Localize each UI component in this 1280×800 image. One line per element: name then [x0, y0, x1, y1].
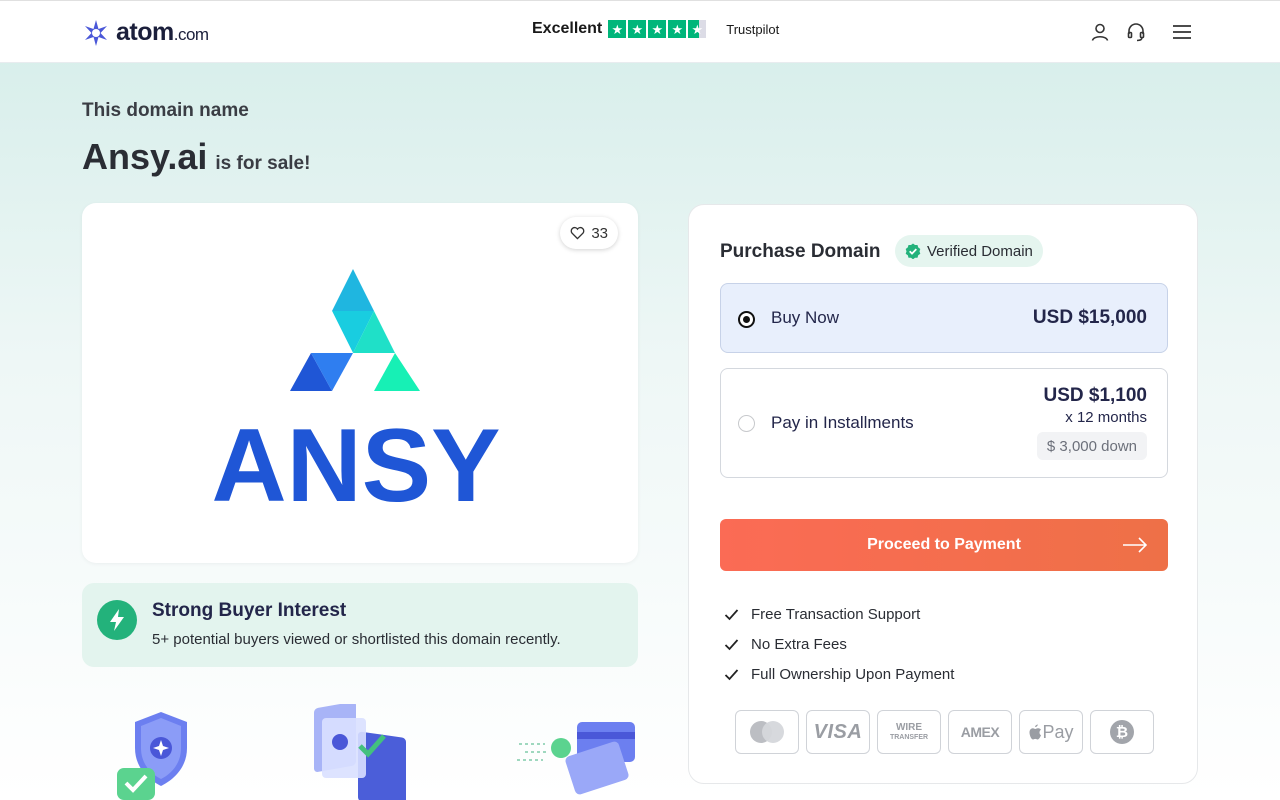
amex-icon: AMEX	[948, 710, 1012, 754]
buy-now-radio[interactable]	[738, 311, 755, 328]
like-count: 33	[591, 224, 608, 242]
site-header: atom.com Excellent ★ ★ ★ ★ ★ Trustpilot	[0, 0, 1280, 63]
atom-star-icon	[85, 19, 107, 46]
feature-label: No Extra Fees	[751, 635, 847, 653]
trustpilot-name: Trustpilot	[726, 21, 780, 37]
check-icon	[724, 608, 739, 620]
bitcoin-icon: ₿	[1090, 710, 1154, 754]
interest-text: 5+ potential buyers viewed or shortliste…	[152, 631, 561, 648]
logo-text: atom.com	[116, 18, 209, 46]
feature-list: Free Transaction Support No Extra Fees F…	[724, 599, 954, 689]
star-icon: ★	[648, 20, 667, 38]
installments-option[interactable]: Pay in Installments USD $1,100 x 12 mont…	[720, 368, 1168, 478]
buy-now-option[interactable]: Buy Now USD $15,000	[720, 283, 1168, 353]
purchase-panel: Purchase Domain Verified Domain Buy Now …	[688, 204, 1198, 784]
like-button[interactable]: 33	[560, 217, 618, 249]
feature-label: Full Ownership Upon Payment	[751, 665, 955, 683]
mastercard-icon	[735, 710, 799, 754]
atom-logo[interactable]: atom.com	[82, 18, 209, 47]
verified-label: Verified Domain	[927, 242, 1033, 260]
domain-logo-card: 33 ANSY	[82, 203, 638, 563]
verified-check-icon	[905, 243, 921, 259]
star-icon: ★	[628, 20, 647, 38]
feature-label: Free Transaction Support	[751, 605, 921, 623]
half-star-icon: ★	[688, 20, 707, 38]
buy-now-label: Buy Now	[771, 308, 840, 327]
visa-icon: VISA	[806, 710, 870, 754]
trustpilot-widget[interactable]: Excellent ★ ★ ★ ★ ★ Trustpilot	[532, 20, 779, 38]
heart-icon	[570, 226, 585, 240]
hamburger-menu-icon[interactable]	[1172, 22, 1192, 42]
domain-name: Ansy.ai	[82, 136, 208, 177]
verified-badge: Verified Domain	[895, 235, 1043, 267]
wire-transfer-icon: WIRE TRANSFER	[877, 710, 941, 754]
for-sale-label: is for sale!	[215, 153, 311, 174]
apple-pay-icon: Pay	[1019, 710, 1083, 754]
feature-item: Full Ownership Upon Payment	[724, 659, 954, 689]
check-icon	[724, 668, 739, 680]
payment-cards-illustration	[517, 722, 635, 795]
arrow-right-icon	[1123, 537, 1148, 553]
installment-months: x 12 months	[1065, 409, 1147, 426]
down-payment-badge: $ 3,000 down	[1036, 432, 1147, 460]
brand-wordmark: ANSY	[212, 408, 501, 507]
check-icon	[724, 638, 739, 650]
lightning-icon	[97, 600, 137, 640]
proceed-to-payment-button[interactable]: Proceed to Payment	[720, 519, 1168, 571]
feature-item: No Extra Fees	[724, 629, 954, 659]
trustpilot-rating: Excellent	[532, 20, 603, 37]
installments-label: Pay in Installments	[771, 413, 914, 432]
page-subtitle: This domain name	[82, 100, 249, 121]
star-icon: ★	[608, 20, 627, 38]
user-icon[interactable]	[1090, 22, 1110, 42]
payment-methods: VISA WIRE TRANSFER AMEX Pay ₿	[735, 710, 1154, 754]
installments-radio[interactable]	[738, 415, 755, 432]
feature-item: Free Transaction Support	[724, 599, 954, 629]
interest-title: Strong Buyer Interest	[152, 600, 347, 621]
headset-icon[interactable]	[1126, 22, 1146, 42]
star-icon: ★	[668, 20, 687, 38]
buy-now-price: USD $15,000	[1032, 307, 1147, 328]
header-actions	[1090, 22, 1192, 42]
ansy-brand-logo: ANSY	[212, 269, 501, 507]
buyer-interest-banner: Strong Buyer Interest 5+ potential buyer…	[82, 583, 638, 667]
page-title: Ansy.ai is for sale!	[82, 136, 310, 178]
installment-price: USD $1,100	[1043, 385, 1147, 406]
trustpilot-stars: ★ ★ ★ ★ ★	[608, 20, 707, 38]
secure-shield-illustration	[117, 712, 187, 800]
purchase-title: Purchase Domain	[720, 241, 881, 262]
secure-browser-illustration	[314, 704, 406, 800]
proceed-label: Proceed to Payment	[867, 536, 1021, 553]
